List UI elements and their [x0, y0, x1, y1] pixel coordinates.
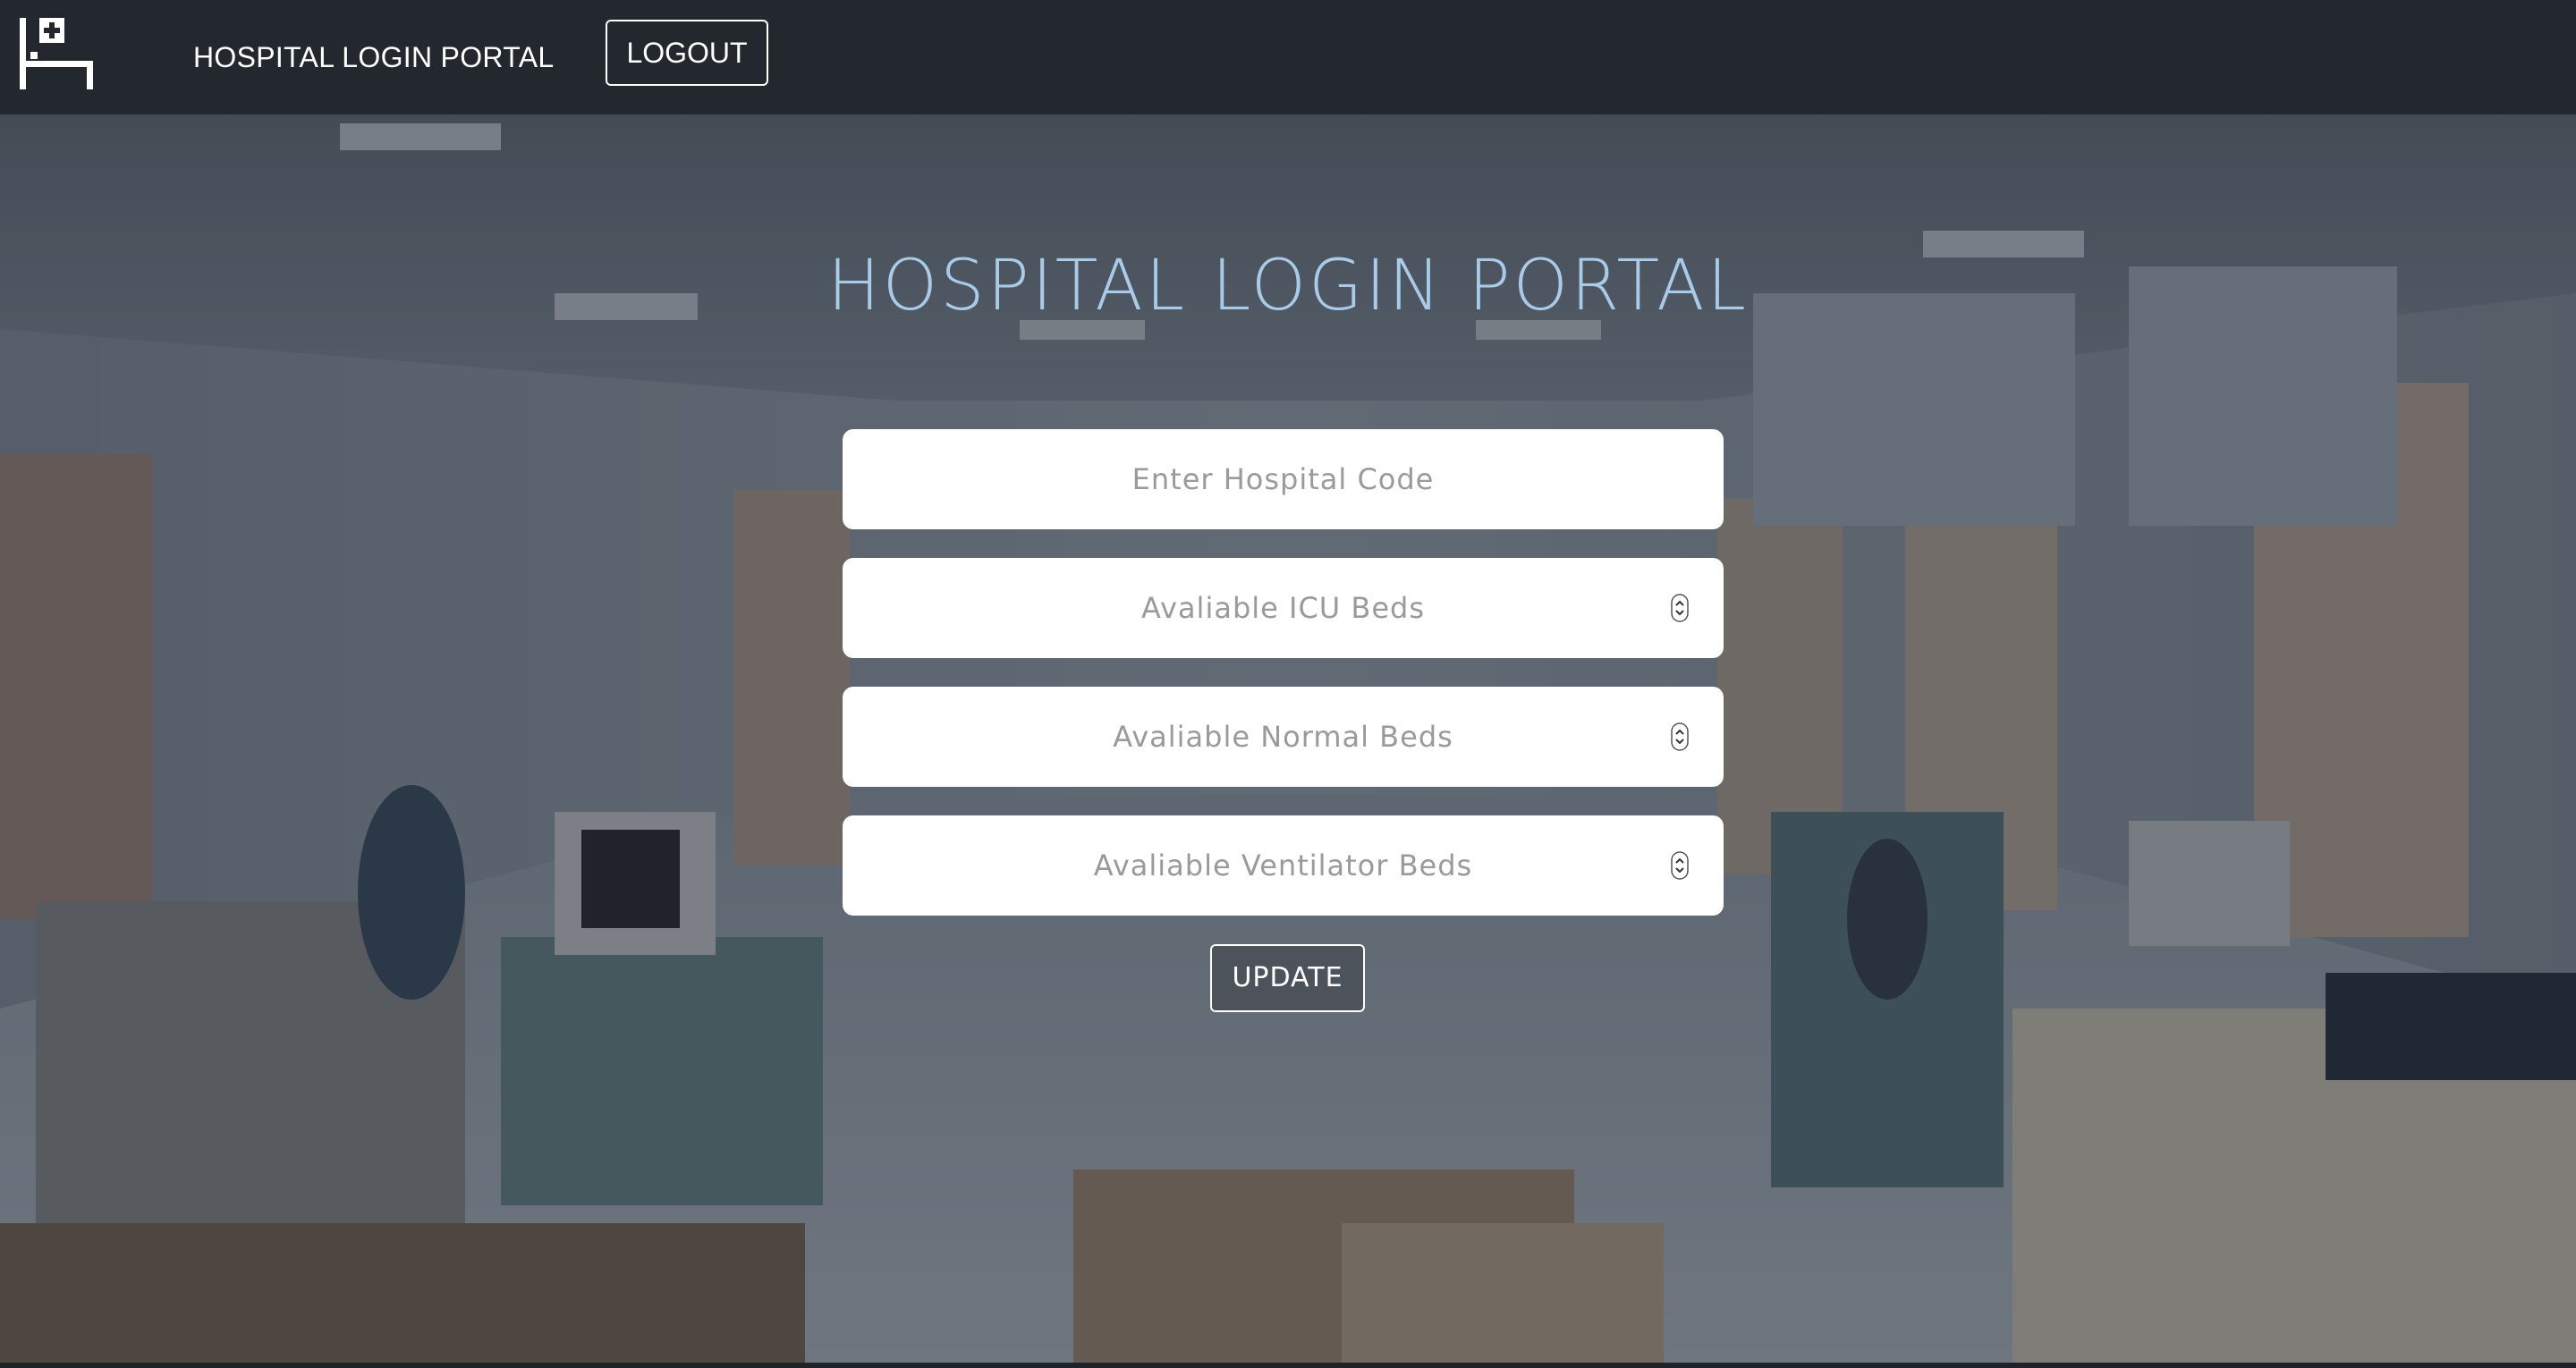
icu-beds-input[interactable]	[843, 558, 1724, 658]
normal-beds-stepper-icon[interactable]	[1671, 722, 1689, 751]
ventilator-beds-stepper-icon[interactable]	[1671, 851, 1689, 880]
update-button[interactable]: UPDATE	[1210, 944, 1365, 1012]
logout-button[interactable]: LOGOUT	[606, 20, 768, 86]
ventilator-beds-input[interactable]	[843, 815, 1724, 916]
top-navbar: HOSPITAL LOGIN PORTAL LOGOUT	[0, 0, 2576, 114]
hospital-code-input[interactable]	[843, 429, 1724, 529]
navbar-brand[interactable]: HOSPITAL LOGIN PORTAL	[193, 36, 554, 79]
hospital-bed-icon[interactable]	[20, 18, 95, 93]
icu-beds-stepper-icon[interactable]	[1671, 594, 1689, 622]
normal-beds-input[interactable]	[843, 687, 1724, 787]
page-title: HOSPITAL LOGIN PORTAL	[827, 246, 1749, 326]
footer-strip	[0, 1363, 2576, 1368]
